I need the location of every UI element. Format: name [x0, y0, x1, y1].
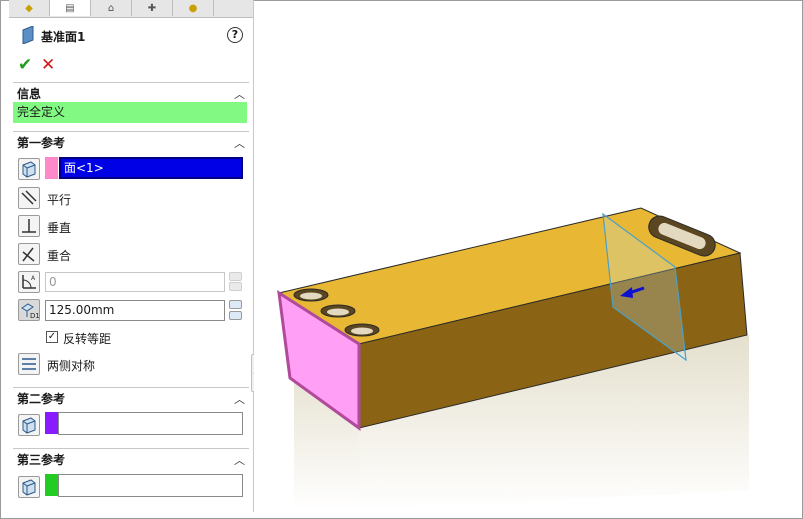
tab-dimxpert[interactable]: ✚ [132, 0, 173, 16]
offset-distance-value: 125.00mm [49, 303, 115, 317]
flip-offset-label: 反转等距 [63, 332, 112, 346]
checkmark-icon: ✓ [47, 331, 57, 342]
coincident-icon [22, 247, 35, 262]
parallel-icon [21, 190, 37, 205]
perpendicular-icon [22, 219, 36, 233]
third-reference-title: 第三参考 [17, 453, 66, 467]
distance-spin-up[interactable] [229, 300, 242, 309]
status-badge: 完全定义 [13, 102, 247, 123]
angle-spin-up[interactable] [229, 272, 242, 281]
offset-distance-icon: D1 [21, 303, 40, 320]
help-icon[interactable]: ? [227, 27, 243, 43]
mid-plane-label: 两侧对称 [47, 359, 96, 373]
tab-display-manager[interactable]: ● [173, 0, 214, 16]
offset-distance-input[interactable]: 125.00mm [45, 300, 225, 321]
first-reference-title: 第一参考 [17, 136, 66, 150]
svg-text:D1: D1 [30, 312, 39, 320]
svg-text:A: A [31, 275, 36, 282]
tab-property-manager[interactable]: ▤ [50, 0, 91, 16]
manager-tabs: ◆ ▤ ⌂ ✚ ● [9, 0, 253, 18]
tab-feature-manager[interactable]: ◆ [9, 0, 50, 16]
mid-plane-icon [22, 358, 36, 370]
configuration-manager-icon: ⌂ [107, 2, 115, 14]
third-reference-color-chip [45, 474, 58, 496]
third-reference-header[interactable]: 第三参考 ︿ [13, 448, 249, 467]
perpendicular-button[interactable] [18, 215, 40, 237]
parallel-label: 平行 [47, 193, 72, 207]
dimxpert-icon: ✚ [147, 2, 157, 14]
collapse-icon[interactable]: ︿ [234, 391, 245, 407]
info-header: 信息 [17, 87, 42, 101]
info-section-header[interactable]: 信息 ︿ [13, 82, 249, 101]
parallel-button[interactable] [18, 187, 40, 209]
angle-button[interactable]: A [18, 271, 40, 293]
property-manager-icon: ▤ [65, 2, 75, 14]
first-reference-header[interactable]: 第一参考 ︿ [13, 131, 249, 150]
perpendicular-label: 垂直 [47, 221, 72, 235]
distance-spin-down[interactable] [229, 311, 242, 320]
tab-configuration-manager[interactable]: ⌂ [91, 0, 132, 16]
second-reference-color-chip [45, 412, 58, 434]
first-reference-selection-box[interactable]: 面<1> [59, 157, 243, 179]
mid-plane-button[interactable] [18, 353, 40, 375]
coincident-button[interactable] [18, 243, 40, 265]
collapse-icon[interactable]: ︿ [234, 135, 245, 151]
second-reference-selection-box[interactable] [58, 412, 243, 435]
collapse-icon[interactable]: ︿ [234, 86, 245, 102]
angle-spin-down[interactable] [229, 282, 242, 291]
page-title: 基准面1 [41, 30, 86, 44]
ok-button[interactable]: ✔ [18, 56, 32, 74]
property-manager-panel: ◆ ▤ ⌂ ✚ ● 基准面1 ? ✔ ✕ 信息 ︿ 完全定义 第一参考 ︿ 面<… [9, 0, 254, 512]
angle-value: 0 [49, 275, 57, 289]
third-reference-selection-box[interactable] [58, 474, 243, 497]
offset-distance-button[interactable]: D1 [18, 299, 40, 321]
face-selection-icon [18, 476, 40, 498]
face-selection-icon [18, 414, 40, 436]
feature-title-row: 基准面1 ? [9, 24, 253, 46]
second-reference-header[interactable]: 第二参考 ︿ [13, 387, 249, 406]
angle-input[interactable]: 0 [45, 272, 225, 292]
second-reference-title: 第二参考 [17, 392, 66, 406]
coincident-label: 重合 [47, 249, 72, 263]
collapse-icon[interactable]: ︿ [234, 452, 245, 468]
first-reference-selection: 面<1> [64, 161, 104, 175]
plane-feature-icon [22, 26, 34, 44]
model-view[interactable] [254, 10, 799, 513]
flip-offset-checkbox[interactable]: ✓ [46, 331, 58, 343]
display-manager-icon: ● [188, 2, 198, 14]
cancel-button[interactable]: ✕ [41, 56, 55, 74]
angle-icon: A [22, 275, 36, 289]
feature-manager-icon: ◆ [25, 2, 33, 14]
face-selection-icon [18, 158, 40, 180]
graphics-viewport[interactable] [254, 10, 799, 513]
first-reference-color-chip [45, 157, 58, 179]
